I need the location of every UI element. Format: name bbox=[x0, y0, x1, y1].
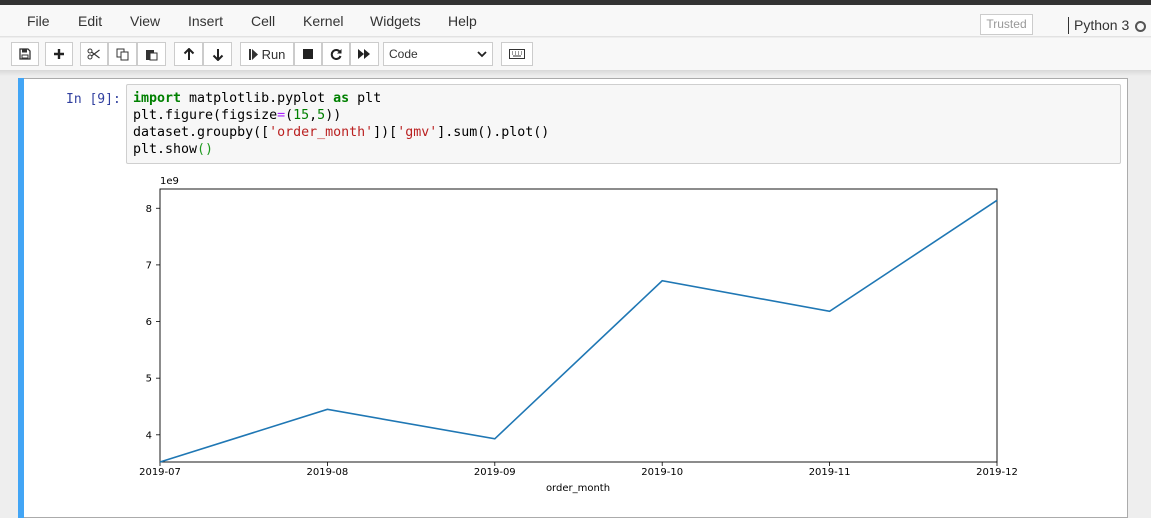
x-tick-label: 2019-08 bbox=[307, 467, 349, 478]
x-tick-label: 2019-12 bbox=[976, 467, 1018, 478]
paste-icon bbox=[145, 48, 158, 61]
plot-area bbox=[160, 189, 997, 462]
x-axis-label: order_month bbox=[546, 483, 610, 494]
x-tick-label: 2019-11 bbox=[809, 467, 851, 478]
save-button[interactable] bbox=[11, 42, 39, 66]
run-button[interactable]: Run bbox=[240, 42, 294, 66]
move-down-button[interactable] bbox=[203, 42, 232, 66]
code-line: dataset.groupby(['order_month'])['gmv'].… bbox=[133, 124, 1114, 141]
code-line: plt.figure(figsize=(15,5)) bbox=[133, 107, 1114, 124]
save-icon bbox=[19, 48, 31, 60]
plus-icon bbox=[53, 48, 65, 60]
interrupt-button[interactable] bbox=[294, 42, 322, 66]
x-axis: 2019-07 2019-08 2019-09 2019-10 2019-11 2019-… bbox=[139, 462, 1018, 478]
toolbar: Run Code bbox=[0, 38, 1151, 70]
menu-help[interactable]: Help bbox=[448, 13, 477, 29]
step-forward-icon bbox=[249, 49, 258, 60]
y-tick-label: 8 bbox=[146, 204, 152, 215]
y-axis: 4 5 6 7 8 bbox=[146, 204, 160, 442]
cell-type-value: Code bbox=[389, 47, 418, 61]
menu-edit[interactable]: Edit bbox=[78, 13, 102, 29]
gmv-line bbox=[160, 200, 997, 462]
input-prompt: In [9]: bbox=[66, 92, 121, 107]
command-palette-button[interactable] bbox=[501, 42, 533, 66]
y-tick-label: 5 bbox=[146, 374, 152, 385]
restart-button[interactable] bbox=[322, 42, 350, 66]
menu-cell[interactable]: Cell bbox=[251, 13, 275, 29]
line-chart: 1e9 45678 2019-072019-082019-092019-1020… bbox=[126, 170, 1026, 500]
scale-label: 1e9 bbox=[160, 176, 179, 187]
arrow-down-icon bbox=[212, 48, 224, 61]
trusted-badge[interactable]: Trusted bbox=[980, 14, 1033, 35]
cell-selection-bar bbox=[18, 78, 24, 518]
menu-bar: File Edit View Insert Cell Kernel Widget… bbox=[0, 5, 1151, 37]
kernel-divider bbox=[1068, 17, 1069, 34]
keyboard-icon bbox=[509, 49, 525, 59]
x-tick-label: 2019-07 bbox=[139, 467, 181, 478]
cut-button[interactable] bbox=[80, 42, 108, 66]
scissors-icon bbox=[87, 48, 101, 60]
menu-file[interactable]: File bbox=[27, 13, 50, 29]
code-line: import matplotlib.pyplot as plt bbox=[133, 90, 1114, 107]
copy-icon bbox=[116, 48, 129, 61]
x-tick-label: 2019-10 bbox=[641, 467, 683, 478]
y-tick-label: 6 bbox=[146, 317, 152, 328]
x-tick-label: 2019-09 bbox=[474, 467, 516, 478]
restart-run-all-button[interactable] bbox=[350, 42, 379, 66]
chevron-down-icon bbox=[477, 48, 487, 60]
y-tick-label: 4 bbox=[146, 430, 152, 441]
cell-type-select[interactable]: Code bbox=[383, 42, 493, 66]
stop-icon bbox=[303, 49, 313, 59]
code-editor[interactable]: import matplotlib.pyplot as plt plt.figu… bbox=[126, 84, 1121, 164]
move-up-button[interactable] bbox=[174, 42, 203, 66]
kernel-name: Python 3 bbox=[1074, 17, 1129, 33]
run-label: Run bbox=[262, 47, 286, 62]
arrow-up-icon bbox=[183, 48, 195, 61]
menu-kernel[interactable]: Kernel bbox=[303, 13, 343, 29]
copy-button[interactable] bbox=[108, 42, 137, 66]
paste-button[interactable] bbox=[137, 42, 166, 66]
code-line: plt.show() bbox=[133, 141, 1114, 158]
kernel-idle-icon bbox=[1135, 21, 1146, 32]
insert-cell-button[interactable] bbox=[45, 42, 73, 66]
fast-forward-icon bbox=[358, 49, 371, 59]
y-tick-label: 7 bbox=[146, 260, 152, 271]
menu-insert[interactable]: Insert bbox=[188, 13, 223, 29]
restart-icon bbox=[330, 48, 342, 60]
menu-view[interactable]: View bbox=[130, 13, 160, 29]
toolbar-shadow bbox=[0, 70, 1151, 76]
menu-widgets[interactable]: Widgets bbox=[370, 13, 421, 29]
